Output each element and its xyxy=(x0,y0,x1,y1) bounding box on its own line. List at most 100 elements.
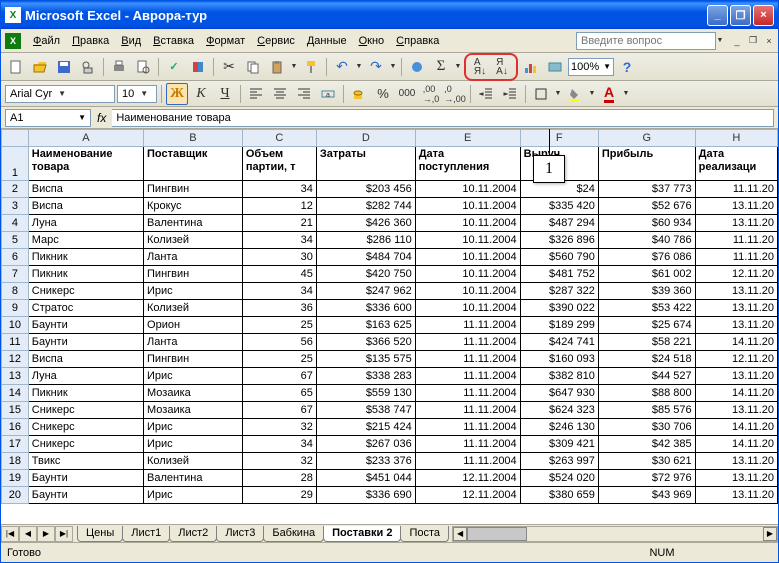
cell[interactable]: 34 xyxy=(242,283,316,300)
cell[interactable]: $24 518 xyxy=(598,351,695,368)
redo-button[interactable]: ↷ xyxy=(365,56,387,78)
cell[interactable]: 29 xyxy=(242,487,316,504)
ask-dropdown-icon[interactable]: ▼ xyxy=(716,30,724,52)
cell[interactable]: 25 xyxy=(242,317,316,334)
cell[interactable]: 28 xyxy=(242,470,316,487)
cell[interactable]: $380 659 xyxy=(520,487,598,504)
cell[interactable]: 11.11.2004 xyxy=(415,385,520,402)
cell[interactable]: 10.11.2004 xyxy=(415,198,520,215)
cell[interactable]: Мозаика xyxy=(144,385,243,402)
font-size-combo[interactable]: 10▼ xyxy=(117,85,157,103)
sheet-tab-5[interactable]: Поставки 2 xyxy=(323,526,401,542)
cell[interactable]: $247 962 xyxy=(316,283,415,300)
cell[interactable]: Колизей xyxy=(144,300,243,317)
print-preview-button[interactable] xyxy=(132,56,154,78)
cell[interactable]: 11.11.20 xyxy=(695,181,777,198)
row-header-18[interactable]: 18 xyxy=(2,453,29,470)
sort-desc-button[interactable]: ЯА↓ xyxy=(491,56,513,78)
cell[interactable]: $282 744 xyxy=(316,198,415,215)
row-header-14[interactable]: 14 xyxy=(2,385,29,402)
cell[interactable]: $267 036 xyxy=(316,436,415,453)
cell[interactable]: $309 421 xyxy=(520,436,598,453)
menu-окно[interactable]: Окно xyxy=(353,33,391,49)
cell[interactable]: $246 130 xyxy=(520,419,598,436)
header-cell[interactable]: Наименование товара xyxy=(28,147,143,181)
doc-restore-button[interactable]: ❐ xyxy=(746,34,760,48)
format-painter-button[interactable] xyxy=(300,56,322,78)
cell[interactable]: 13.11.20 xyxy=(695,283,777,300)
cell[interactable]: $647 930 xyxy=(520,385,598,402)
cell[interactable]: $538 747 xyxy=(316,402,415,419)
cell[interactable]: Пикник xyxy=(28,249,143,266)
cell[interactable]: $559 130 xyxy=(316,385,415,402)
cell[interactable]: $52 676 xyxy=(598,198,695,215)
font-name-combo[interactable]: Arial Cyr▼ xyxy=(5,85,115,103)
row-header-3[interactable]: 3 xyxy=(2,198,29,215)
cell[interactable]: $189 299 xyxy=(520,317,598,334)
cell[interactable]: Виспа xyxy=(28,198,143,215)
open-button[interactable] xyxy=(29,56,51,78)
close-button[interactable]: × xyxy=(753,5,774,26)
cell[interactable]: 14.11.20 xyxy=(695,334,777,351)
merge-center-button[interactable]: a xyxy=(317,83,339,105)
cell[interactable]: Виспа xyxy=(28,181,143,198)
cell[interactable]: 11.11.2004 xyxy=(415,436,520,453)
cell[interactable]: Валентина xyxy=(144,215,243,232)
cell[interactable]: Ирис xyxy=(144,487,243,504)
new-button[interactable] xyxy=(5,56,27,78)
borders-dropdown-icon[interactable]: ▼ xyxy=(554,83,562,105)
cell[interactable]: $58 221 xyxy=(598,334,695,351)
row-header-17[interactable]: 17 xyxy=(2,436,29,453)
cell[interactable]: 36 xyxy=(242,300,316,317)
cell[interactable]: Сникерс xyxy=(28,283,143,300)
cell[interactable]: $215 424 xyxy=(316,419,415,436)
cell[interactable]: 65 xyxy=(242,385,316,402)
tab-last-button[interactable]: ▶| xyxy=(55,526,73,542)
undo-button[interactable]: ↶ xyxy=(331,56,353,78)
menu-справка[interactable]: Справка xyxy=(390,33,445,49)
paste-dropdown-icon[interactable]: ▼ xyxy=(290,56,298,78)
drawing-button[interactable] xyxy=(544,56,566,78)
cell[interactable]: Колизей xyxy=(144,453,243,470)
cell[interactable]: $24 xyxy=(520,181,598,198)
menu-файл[interactable]: Файл xyxy=(27,33,66,49)
chart-wizard-button[interactable] xyxy=(520,56,542,78)
row-header-15[interactable]: 15 xyxy=(2,402,29,419)
cell[interactable]: 56 xyxy=(242,334,316,351)
permission-button[interactable] xyxy=(77,56,99,78)
italic-button[interactable]: К xyxy=(190,83,212,105)
cell[interactable]: 11.11.2004 xyxy=(415,317,520,334)
cell[interactable]: $76 086 xyxy=(598,249,695,266)
sheet-tab-6[interactable]: Поста xyxy=(400,526,449,542)
tab-first-button[interactable]: |◀ xyxy=(1,526,19,542)
borders-button[interactable] xyxy=(530,83,552,105)
cell[interactable]: $30 706 xyxy=(598,419,695,436)
cell[interactable]: $286 110 xyxy=(316,232,415,249)
spelling-button[interactable]: ✓ xyxy=(163,56,185,78)
cell[interactable]: $487 294 xyxy=(520,215,598,232)
row-header-20[interactable]: 20 xyxy=(2,487,29,504)
cell[interactable]: Пикник xyxy=(28,266,143,283)
percent-button[interactable]: % xyxy=(372,83,394,105)
sheet-tab-4[interactable]: Бабкина xyxy=(263,526,324,542)
cell[interactable]: 13.11.20 xyxy=(695,198,777,215)
cell[interactable]: $524 020 xyxy=(520,470,598,487)
cell[interactable]: 34 xyxy=(242,436,316,453)
worksheet-grid[interactable]: ABCDEFGH1Наименование товараПоставщикОбъ… xyxy=(1,129,778,524)
cell[interactable]: $263 997 xyxy=(520,453,598,470)
col-header-H[interactable]: H xyxy=(695,130,777,147)
sheet-tab-3[interactable]: Лист3 xyxy=(216,526,264,542)
cell[interactable]: Луна xyxy=(28,215,143,232)
cell[interactable]: $25 674 xyxy=(598,317,695,334)
increase-decimal-button[interactable]: ,00→,0 xyxy=(420,83,442,105)
cell[interactable]: Баунти xyxy=(28,487,143,504)
cell[interactable]: $203 456 xyxy=(316,181,415,198)
cell[interactable]: Сникерс xyxy=(28,419,143,436)
header-cell[interactable]: Затраты xyxy=(316,147,415,181)
cell[interactable]: Ланта xyxy=(144,249,243,266)
cell[interactable]: 10.11.2004 xyxy=(415,283,520,300)
tab-next-button[interactable]: ▶ xyxy=(37,526,55,542)
cell[interactable]: 10.11.2004 xyxy=(415,249,520,266)
decrease-decimal-button[interactable]: ,0→,00 xyxy=(444,83,466,105)
cell[interactable]: 11.11.20 xyxy=(695,232,777,249)
